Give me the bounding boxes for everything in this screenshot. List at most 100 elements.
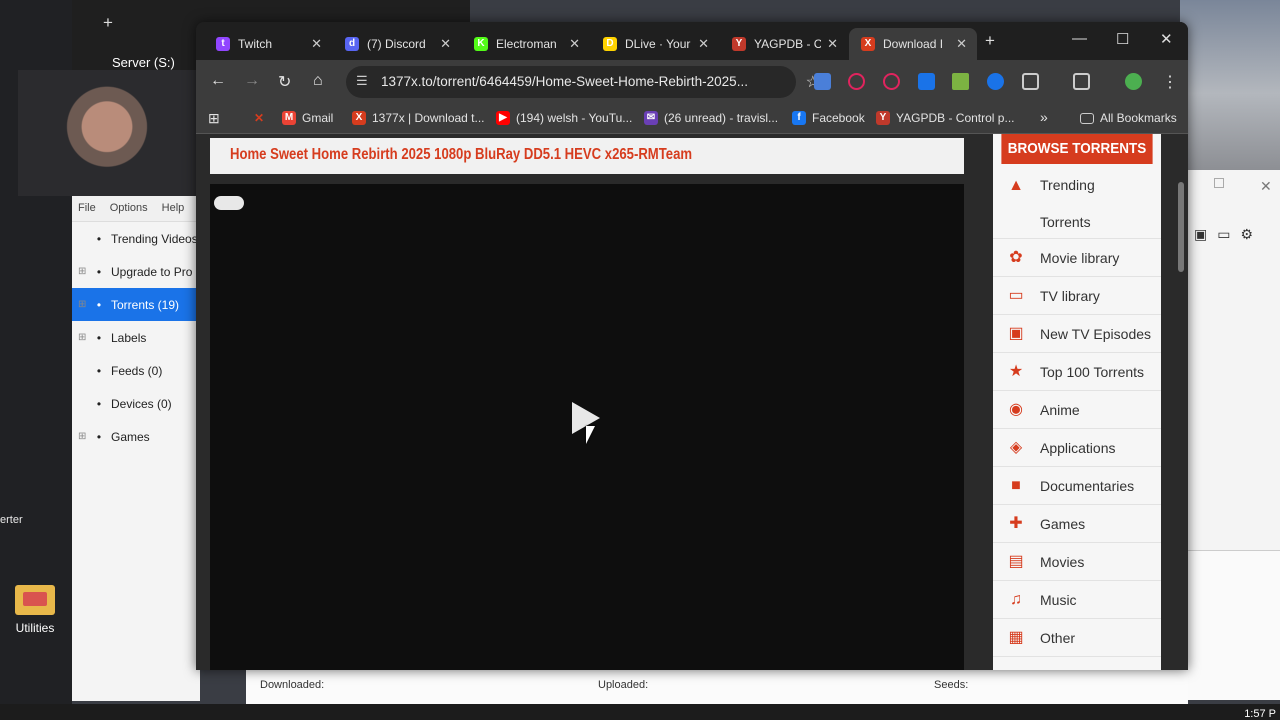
category-link[interactable]: ✿ Movie library [993,239,1161,277]
tab-close-icon[interactable]: ✕ [698,36,709,52]
video-player[interactable] [210,184,964,670]
browser-tab[interactable]: D DLive · Your ✕ [591,28,719,60]
close-icon[interactable]: ✕ [1260,178,1272,195]
opera-extension-icon[interactable] [883,73,900,90]
download-extension-icon[interactable] [918,73,935,90]
tab-close-icon[interactable]: ✕ [569,36,580,52]
bookmark-item[interactable]: ✉ (26 unread) - travisl... [644,111,778,125]
bookmark-favicon-icon: ▶ [496,111,510,125]
utilities-folder[interactable]: Utilities [12,585,58,645]
minimize-icon[interactable]: — [1072,30,1087,47]
apps-grid-icon[interactable]: ⊞ [208,110,220,127]
browser-window: + — ☐ ✕ t Twitch ✕ d (7) Discord ✕ K Electroman… [196,22,1188,670]
utorrent-nav-item[interactable]: ⊞ • Labels [72,321,200,354]
category-link[interactable]: ▲ Trending Torrents [993,164,1161,239]
new-tab-icon[interactable]: + [103,13,113,33]
category-link[interactable]: ■ Documentaries [993,467,1161,505]
more-bookmarks-icon[interactable]: » [1040,109,1048,125]
tab-title: Electroman [496,37,557,51]
maximize-icon[interactable]: ☐ [1116,30,1129,48]
bookmark-item[interactable]: X 1377x | Download t... [352,111,485,125]
downloads-icon[interactable] [987,73,1004,90]
device-icon: • [96,396,102,411]
tab-search-icon[interactable] [1073,73,1090,90]
category-link[interactable]: ♫ Music [993,581,1161,619]
windows-icon: ◈ [1009,438,1023,456]
utorrent-nav-label: Labels [111,330,147,345]
category-link[interactable]: ▭ TV library [993,277,1161,315]
music-note-icon: ♫ [1010,590,1022,608]
tab-close-icon[interactable]: ✕ [827,36,838,52]
category-link[interactable]: ▣ New TV Episodes [993,315,1161,353]
utorrent-nav-label: Upgrade to Pro [111,264,193,279]
tab-title: (7) Discord [367,37,426,51]
profile-avatar-icon[interactable] [1125,73,1142,90]
tab-close-icon[interactable]: ✕ [311,36,322,52]
menu-help[interactable]: Help [162,202,185,215]
utorrent-nav-item[interactable]: • Trending Videos [72,222,200,255]
menu-kebab-icon[interactable]: ⋮ [1162,72,1178,92]
category-label: Games [1040,515,1086,532]
bookmark-favicon-icon: ✉ [644,111,658,125]
adblock-extension-icon[interactable] [848,73,865,90]
bookmark-item[interactable]: ▶ (194) welsh - YouTu... [496,111,632,125]
expand-icon[interactable]: ⊞ [78,266,90,277]
bookmark-item[interactable]: Y YAGPDB - Control p... [876,111,1014,125]
category-link[interactable]: ▦ Other [993,619,1161,657]
category-link[interactable]: ★ Top 100 Torrents [993,353,1161,391]
tab-close-icon[interactable]: ✕ [440,36,451,52]
new-tab-button[interactable]: + [985,31,995,51]
home-icon[interactable]: ⌂ [313,72,323,90]
browser-tab[interactable]: Y YAGPDB - C ✕ [720,28,848,60]
url-text[interactable]: 1377x.to/torrent/6464459/Home-Sweet-Home… [381,74,748,89]
tab-close-icon[interactable]: ✕ [956,36,967,52]
expand-icon[interactable]: ⊞ [78,299,90,310]
browser-tab[interactable]: t Twitch ✕ [204,28,332,60]
expand-icon[interactable]: ⊞ [78,332,90,343]
menu-options[interactable]: Options [110,202,148,215]
bookmark-x-icon[interactable]: ✕ [254,111,264,125]
right-app-panel [1188,550,1280,700]
toolbar-icons[interactable]: ▣▭⚙ [1194,226,1263,243]
close-window-icon[interactable]: ✕ [1160,30,1173,48]
scrollbar-thumb[interactable] [1178,182,1184,272]
image-extension-icon[interactable] [952,73,969,90]
utorrent-nav-item[interactable]: ⊞ • Torrents (19) [72,288,200,321]
category-label: Music [1040,591,1077,608]
bookmark-label: Facebook [812,111,865,125]
bookmark-label: Gmail [302,111,334,125]
bookmark-item[interactable]: M Gmail [282,111,333,125]
address-bar[interactable]: ☰ 1377x.to/torrent/6464459/Home-Sweet-Ho… [346,66,820,98]
browser-tab[interactable]: X Download I ✕ [849,28,977,60]
back-icon[interactable]: ← [210,72,226,90]
folder-icon [1080,112,1094,124]
utorrent-nav-item[interactable]: • Devices (0) [72,387,200,420]
utorrent-nav-item[interactable]: ⊞ • Upgrade to Pro [72,255,200,288]
translate-extension-icon[interactable] [814,73,831,90]
utorrent-nav-item[interactable]: ⊞ • Games [72,420,200,453]
bookmark-item[interactable]: f Facebook [792,111,865,125]
category-link[interactable]: ▤ Movies [993,543,1161,581]
webcam-overlay [18,70,196,196]
page-content: Home Sweet Home Rebirth 2025 1080p BluRa… [196,134,1188,670]
extensions-puzzle-icon[interactable] [1022,73,1039,90]
utorrent-nav-item[interactable]: • Feeds (0) [72,354,200,387]
menu-file[interactable]: File [78,202,96,215]
all-bookmarks-link[interactable]: All Bookmarks [1080,111,1177,125]
page-scrollbar[interactable] [1174,134,1188,670]
maximize-icon[interactable] [1214,178,1224,188]
category-link[interactable]: ◈ Applications [993,429,1161,467]
tag-icon: • [96,330,102,345]
expand-icon[interactable]: ⊞ [78,431,90,442]
browser-tab[interactable]: K Electroman ✕ [462,28,590,60]
category-link[interactable]: ◉ Anime [993,391,1161,429]
category-link[interactable]: ✚ Games [993,505,1161,543]
browser-tab[interactable]: d (7) Discord ✕ [333,28,461,60]
reload-icon[interactable]: ↻ [278,72,291,92]
breadcrumb-server[interactable]: Server (S:) [112,55,175,70]
tv-icon: ▭ [1008,286,1024,304]
forward-icon[interactable]: → [244,72,260,90]
tab-strip: + — ☐ ✕ t Twitch ✕ d (7) Discord ✕ K Electroman… [196,22,1188,60]
site-info-icon[interactable]: ☰ [356,73,368,89]
bookmarks-bar: ⊞ ✕ » All Bookmarks M Gmail X 1377x | Downl… [196,104,1188,134]
